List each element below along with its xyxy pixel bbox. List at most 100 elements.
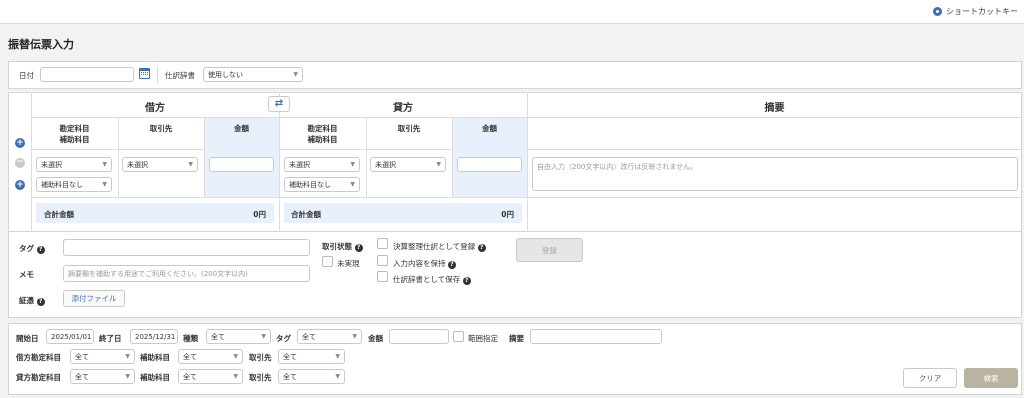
top-bar — [0, 0, 1024, 24]
credit-account-value: 未選択 — [289, 160, 310, 169]
chevron-down-icon: ▼ — [125, 353, 130, 360]
search-tag-select[interactable]: 全て ▼ — [297, 329, 362, 344]
search-button[interactable]: 検索 — [964, 368, 1018, 388]
debit-amount-header: 金額 — [234, 124, 249, 133]
shortcut-label: ショートカットキー — [946, 7, 1018, 16]
add-row-icon[interactable]: + — [15, 180, 25, 190]
debit-partner-select[interactable]: 未選択 ▼ — [122, 157, 198, 172]
save-dict-label-text: 仕訳辞書として保存 — [393, 275, 461, 284]
chevron-down-icon: ▼ — [233, 373, 238, 380]
chevron-down-icon: ▼ — [352, 333, 357, 340]
calendar-icon[interactable] — [139, 68, 150, 79]
debit-partner-filter-label: 取引先 — [249, 353, 272, 362]
chevron-down-icon: ▼ — [293, 71, 298, 78]
credit-partner-filter-select[interactable]: 全て ▼ — [278, 369, 345, 384]
divider — [157, 66, 158, 84]
chevron-down-icon: ▼ — [350, 161, 355, 168]
tag-label-text: タグ — [19, 244, 34, 253]
credit-amount-input[interactable] — [457, 157, 522, 172]
start-date-input[interactable]: 2025/01/01 — [46, 329, 94, 344]
chevron-down-icon: ▼ — [335, 373, 340, 380]
unrealized-label: 未実現 — [337, 259, 360, 268]
debit-partner-filter-value: 全て — [283, 352, 297, 361]
keep-input-checkbox[interactable] — [377, 255, 388, 266]
credit-partner-select[interactable]: 未選択 ▼ — [370, 157, 446, 172]
search-summary-label: 摘要 — [509, 334, 524, 343]
keep-input-label-text: 入力内容を保持 — [393, 259, 446, 268]
date-input[interactable] — [40, 67, 134, 82]
account-header-label: 勘定科目 — [307, 124, 338, 133]
help-icon[interactable]: ? — [36, 298, 45, 306]
amount-label: 金額 — [368, 334, 383, 343]
credit-partner-filter-label: 取引先 — [249, 373, 272, 382]
debit-account-select[interactable]: 未選択 ▼ — [36, 157, 112, 172]
chevron-down-icon: ▼ — [335, 353, 340, 360]
amount-input[interactable] — [389, 329, 449, 344]
debit-sub-filter-label: 補助科目 — [140, 353, 170, 362]
dictionary-label: 仕訳辞書 — [165, 71, 195, 80]
debit-partner-filter-select[interactable]: 全て ▼ — [278, 349, 345, 364]
date-row-panel — [8, 61, 1022, 89]
credit-sub-filter-label: 補助科目 — [140, 373, 170, 382]
search-summary-input[interactable] — [530, 329, 662, 344]
dictionary-select[interactable]: 使用しない ▼ — [203, 67, 303, 82]
debit-sub-account-select[interactable]: 補助科目なし ▼ — [36, 177, 112, 192]
credit-partner-value: 未選択 — [375, 160, 396, 169]
chevron-down-icon: ▼ — [261, 333, 266, 340]
register-button[interactable]: 登録 — [516, 238, 583, 262]
settlement-label-text: 決算整理仕訳として登録 — [393, 242, 476, 251]
status-label-text: 取引状態 — [322, 242, 352, 251]
credit-partner-filter-value: 全て — [283, 372, 297, 381]
range-checkbox[interactable] — [453, 331, 464, 342]
chevron-down-icon: ▼ — [233, 353, 238, 360]
credit-total-value: 0円 — [501, 210, 514, 219]
unrealized-checkbox[interactable] — [322, 256, 333, 267]
credit-account-filter-value: 全て — [75, 372, 89, 381]
debit-account-filter-value: 全て — [75, 352, 89, 361]
remove-row-icon[interactable]: − — [15, 158, 25, 168]
debit-account-filter-select[interactable]: 全て ▼ — [70, 349, 135, 364]
summary-textarea[interactable]: 自由入力（200文字以内）改行は反映されません。 — [532, 157, 1018, 191]
debit-account-filter-label: 借方勘定科目 — [16, 353, 61, 362]
credit-total-label: 合計金額 — [291, 210, 321, 219]
add-row-icon[interactable]: + — [15, 138, 25, 148]
save-dict-label: 仕訳辞書として保存 ? — [393, 274, 471, 285]
settlement-checkbox[interactable] — [377, 238, 388, 249]
save-dict-checkbox[interactable] — [377, 271, 388, 282]
help-icon[interactable]: ? — [462, 277, 471, 285]
chevron-down-icon: ▼ — [102, 161, 107, 168]
help-icon[interactable]: ? — [477, 244, 486, 252]
tag-input[interactable] — [63, 239, 310, 256]
help-icon[interactable]: ? — [447, 261, 456, 269]
chevron-down-icon: ▼ — [125, 373, 130, 380]
credit-sub-filter-value: 全て — [183, 372, 197, 381]
evidence-label: 証憑 ? — [19, 295, 45, 306]
chevron-down-icon: ▼ — [350, 181, 355, 188]
credit-account-select[interactable]: 未選択 ▼ — [284, 157, 360, 172]
credit-title: 貸方 — [393, 103, 413, 114]
shortcut-key-link[interactable]: ショートカットキー — [933, 6, 1018, 17]
memo-input[interactable]: 摘要欄を補助する用途でご利用ください。(200文字以内) — [63, 265, 310, 282]
type-label: 種類 — [183, 334, 198, 343]
credit-sub-filter-select[interactable]: 全て ▼ — [178, 369, 243, 384]
end-date-input[interactable]: 2025/12/31 — [130, 329, 178, 344]
debit-sub-filter-select[interactable]: 全て ▼ — [178, 349, 243, 364]
shortcut-icon — [933, 7, 942, 16]
credit-sub-account-select[interactable]: 補助科目なし ▼ — [284, 177, 360, 192]
clear-button[interactable]: クリア — [903, 368, 957, 388]
help-icon[interactable]: ? — [354, 244, 363, 252]
keep-input-label: 入力内容を保持 ? — [393, 258, 456, 269]
start-date-label: 開始日 — [16, 334, 39, 343]
credit-partner-header: 取引先 — [397, 124, 421, 133]
credit-account-filter-select[interactable]: 全て ▼ — [70, 369, 135, 384]
sub-account-header-label: 補助科目 — [59, 135, 90, 144]
help-icon[interactable]: ? — [36, 246, 45, 254]
debit-amount-input[interactable] — [209, 157, 274, 172]
type-select[interactable]: 全て ▼ — [206, 329, 271, 344]
end-date-label: 終了日 — [99, 334, 122, 343]
credit-sub-value: 補助科目なし — [289, 180, 331, 189]
debit-account-header: 勘定科目 補助科目 — [31, 123, 118, 145]
debit-sub-filter-value: 全て — [183, 352, 197, 361]
attach-file-button[interactable]: 添付ファイル — [63, 290, 125, 307]
chevron-down-icon: ▼ — [436, 161, 441, 168]
